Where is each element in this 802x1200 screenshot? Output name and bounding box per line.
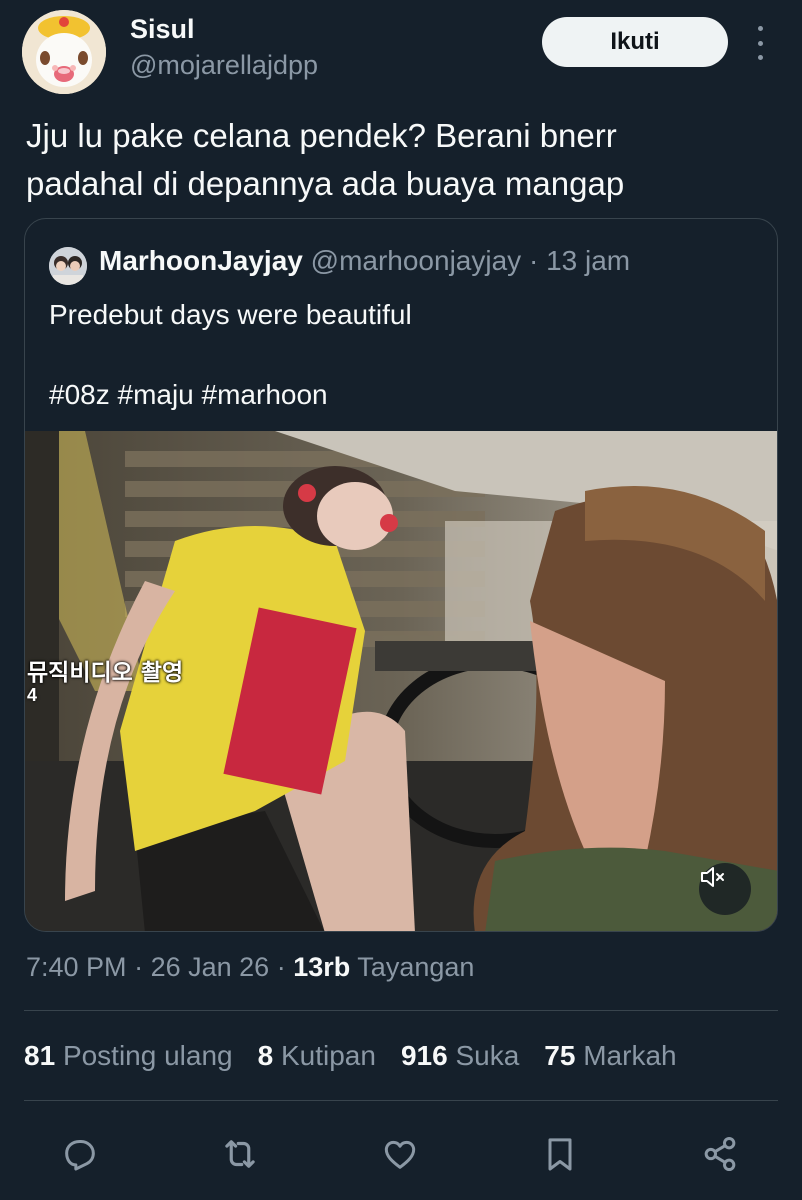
meta-separator: · (134, 952, 144, 982)
quoted-text-line: Predebut days were beautiful (49, 299, 412, 330)
quoted-author-handle: @marhoonjayjay (310, 245, 522, 276)
divider (24, 1100, 778, 1101)
quoted-text: Predebut days were beautiful #08z #maju … (49, 295, 759, 415)
meta-separator: · (276, 952, 286, 982)
follow-button[interactable]: Ikuti (542, 17, 728, 67)
stat-label: Posting ulang (62, 1040, 233, 1071)
quoted-separator: · (528, 245, 539, 276)
reply-icon[interactable] (58, 1132, 102, 1176)
bookmark-icon[interactable] (538, 1132, 582, 1176)
stat-count: 916 (400, 1040, 448, 1071)
stat-count: 75 (544, 1040, 576, 1071)
stat-count: 8 (257, 1040, 274, 1071)
more-options-icon[interactable] (748, 26, 772, 60)
author-display-name[interactable]: Sisul (130, 14, 195, 45)
stat-quotes[interactable]: 8 Kutipan (258, 1040, 376, 1080)
quoted-text-line: #08z #maju #marhoon (49, 379, 328, 410)
tweet-header: Sisul @mojarellajdpp Ikuti (0, 0, 802, 100)
video-caption-sub: 4 (27, 685, 38, 705)
stat-label: Suka (455, 1040, 520, 1071)
views-label: Tayangan (357, 952, 475, 982)
tweet-date[interactable]: 26 Jan 26 (151, 952, 270, 982)
tweet-text: Jju lu pake celana pendek? Berani bnerr … (26, 112, 776, 208)
quoted-author-name[interactable]: MarhoonJayjay (99, 245, 303, 276)
tweet-time[interactable]: 7:40 PM (26, 952, 127, 982)
video-caption: 뮤직비디오 촬영 (27, 660, 184, 686)
stat-label: Kutipan (280, 1040, 376, 1071)
engagement-stats: 81 Posting ulang 8 Kutipan 916 Suka 75 M… (24, 1040, 702, 1080)
action-bar (0, 1122, 802, 1182)
stat-retweets[interactable]: 81 Posting ulang (24, 1040, 233, 1080)
quoted-time: 13 jam (546, 245, 631, 276)
stat-bookmarks[interactable]: 75 Markah (544, 1040, 676, 1080)
share-icon[interactable] (698, 1132, 742, 1176)
author-handle[interactable]: @mojarellajdpp (130, 50, 318, 81)
quoted-header: MarhoonJayjay @marhoonjayjay · 13 jam (99, 245, 630, 277)
views-count: 13rb (293, 952, 351, 982)
author-avatar[interactable] (22, 10, 106, 94)
quoted-text-line (49, 335, 759, 375)
tweet-text-line: Jju lu pake celana pendek? Berani bnerr (26, 117, 617, 154)
quoted-author-avatar (49, 247, 87, 285)
speaker-muted-icon[interactable] (699, 863, 751, 915)
quoted-tweet[interactable]: MarhoonJayjay @marhoonjayjay · 13 jam Pr… (24, 218, 778, 932)
stat-count: 81 (24, 1040, 56, 1071)
tweet-text-line: padahal di depannya ada buaya mangap (26, 165, 625, 202)
retweet-icon[interactable] (218, 1132, 262, 1176)
like-icon[interactable] (378, 1132, 422, 1176)
stat-likes[interactable]: 916 Suka (401, 1040, 519, 1080)
video-player[interactable]: 뮤직비디오 촬영 4 (25, 431, 777, 931)
stat-label: Markah (583, 1040, 677, 1071)
tweet-meta: 7:40 PM · 26 Jan 26 · 13rb Tayangan (26, 952, 474, 983)
divider (24, 1010, 778, 1011)
